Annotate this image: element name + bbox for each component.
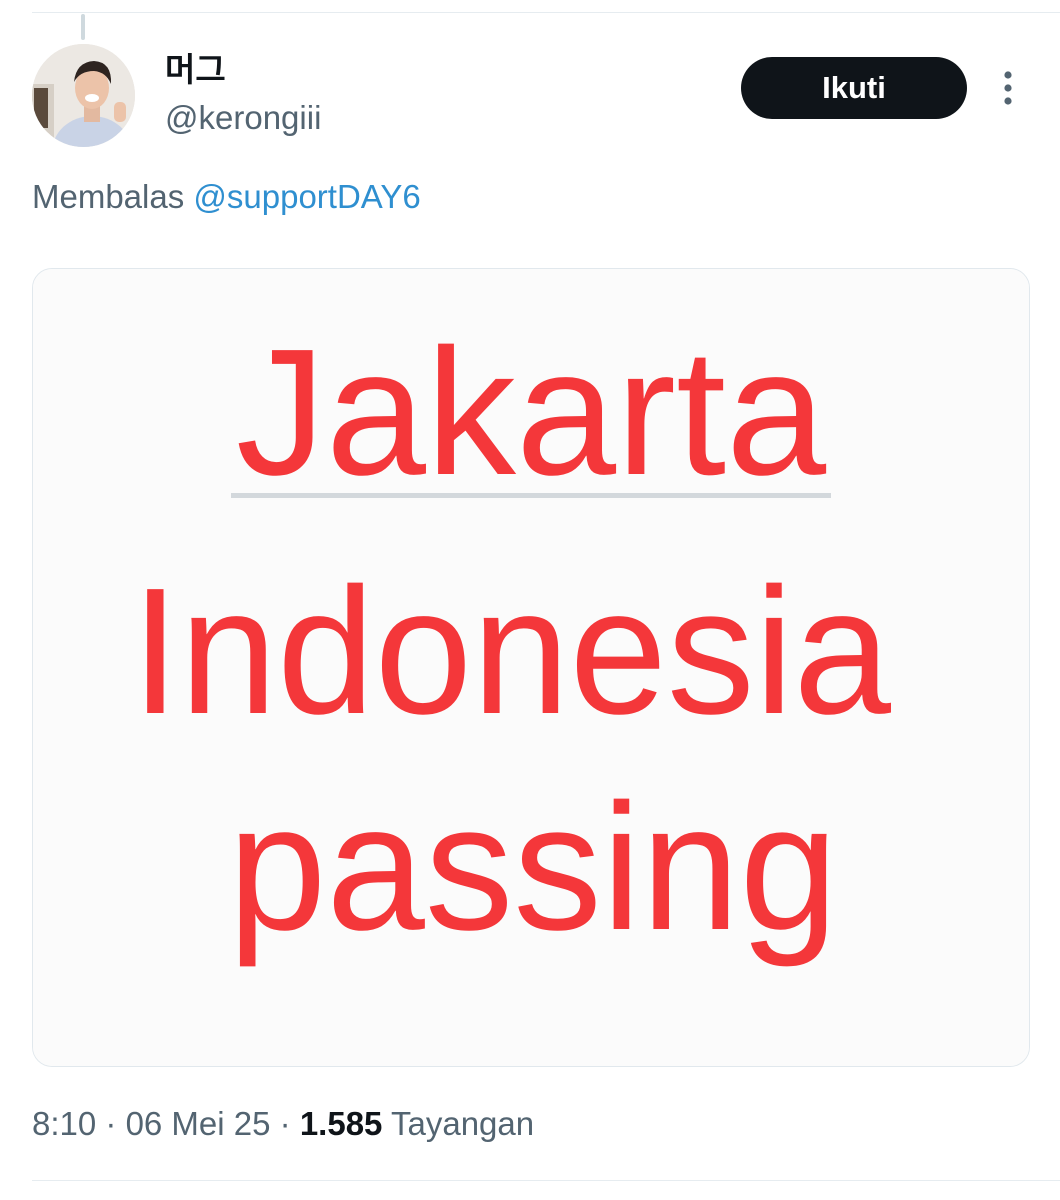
author-handle[interactable]: @kerongiii (165, 98, 321, 138)
replying-to: Membalas @supportDAY6 (32, 176, 421, 218)
image-text-line-2: Indonesia (131, 551, 892, 752)
follow-button-label: Ikuti (822, 70, 886, 105)
tweet-image[interactable]: Jakarta Indonesia passing (32, 268, 1030, 1067)
image-text-line-1: Jakarta (236, 312, 827, 513)
follow-button[interactable]: Ikuti (741, 57, 967, 119)
author-display-name[interactable]: 머그 (165, 50, 226, 90)
tweet-metadata: 8:10 · 06 Mei 25 · 1.585 Tayangan (32, 1102, 534, 1146)
more-options-button[interactable] (990, 66, 1026, 110)
views-label: Tayangan (391, 1105, 535, 1142)
replying-to-label: Membalas (32, 178, 194, 215)
more-vertical-icon (1004, 71, 1012, 105)
meta-separator: · (270, 1105, 300, 1142)
avatar-image (32, 44, 135, 147)
meta-separator: · (96, 1105, 126, 1142)
top-divider (32, 12, 1060, 13)
image-text-line-3: passing (228, 767, 838, 968)
thread-connector-line (81, 14, 85, 40)
image-underline (231, 493, 831, 498)
tweet-time[interactable]: 8:10 (32, 1105, 96, 1142)
reply-mention-link[interactable]: @supportDAY6 (193, 178, 420, 215)
views-count: 1.585 (299, 1105, 383, 1142)
tweet-image-graphic: Jakarta Indonesia passing (33, 269, 1029, 1066)
tweet-detail: 머그 @kerongiii Ikuti Membalas @supportDAY… (0, 0, 1060, 1200)
bottom-divider (32, 1180, 1060, 1181)
tweet-date[interactable]: 06 Mei 25 (126, 1105, 271, 1142)
avatar[interactable] (32, 44, 135, 147)
